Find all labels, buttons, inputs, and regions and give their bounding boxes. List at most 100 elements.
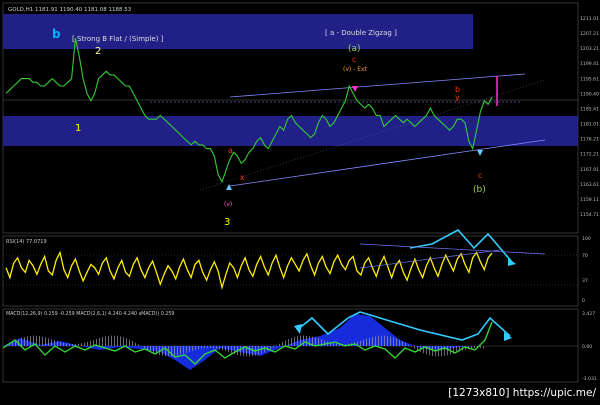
macd-histogram-bar bbox=[438, 346, 439, 356]
chart-canvas: GOLD,H1 1181.91 1190.40 1181.08 1188.53 … bbox=[0, 0, 600, 401]
macd-histogram-bar bbox=[402, 341, 403, 346]
macd-histogram-bar bbox=[429, 346, 430, 355]
macd-histogram-bar bbox=[27, 336, 28, 346]
wave-label-v-ext: (v) - Ext bbox=[343, 66, 368, 73]
macd-histogram-bar bbox=[126, 338, 127, 346]
macd-histogram-bar bbox=[105, 336, 106, 346]
macd-histogram-bar bbox=[225, 346, 226, 351]
macd-histogram-bar bbox=[414, 346, 415, 348]
macd-histogram-bar bbox=[336, 343, 337, 346]
macd-histogram-bar bbox=[54, 340, 55, 346]
price-tick-label: 1163.61 bbox=[580, 182, 599, 188]
wave-label-c-top: c bbox=[352, 55, 356, 64]
macd-histogram-bar bbox=[270, 346, 271, 349]
symbol-line: GOLD,H1 1181.91 1190.40 1181.08 1188.53 bbox=[8, 7, 132, 13]
macd-histogram-bar bbox=[471, 346, 472, 348]
macd-histogram-bar bbox=[204, 346, 205, 348]
band-double-zigzag bbox=[3, 116, 578, 146]
wave-label-b-paren: (b) bbox=[473, 185, 486, 195]
macd-histogram-bar bbox=[207, 346, 208, 348]
macd-tick-label: -3.031 bbox=[582, 376, 597, 382]
wave-label-2: 2 bbox=[95, 46, 101, 57]
macd-histogram-bar bbox=[120, 336, 121, 346]
macd-histogram-bar bbox=[111, 336, 112, 346]
macd-histogram-bar bbox=[51, 339, 52, 346]
macd-histogram-bar bbox=[57, 341, 58, 346]
macd-histogram-bar bbox=[69, 344, 70, 346]
macd-histogram-bar bbox=[216, 346, 217, 349]
macd-histogram-bar bbox=[408, 345, 409, 346]
macd-label: MACD(12,26,9) 0.259 -0.259 MACD(2,6,1) 4… bbox=[6, 311, 174, 317]
macd-histogram-bar bbox=[186, 346, 187, 353]
macd-histogram-bar bbox=[384, 336, 385, 346]
macd-histogram-bar bbox=[369, 338, 370, 346]
macd-histogram-bar bbox=[360, 341, 361, 346]
price-tick-label: 1190.40 bbox=[580, 91, 599, 97]
price-tick-label: 1207.21 bbox=[580, 31, 599, 37]
macd-histogram-bar bbox=[60, 342, 61, 346]
macd-histogram-bar bbox=[411, 346, 412, 347]
rsi-tick-label: 37 bbox=[582, 278, 588, 284]
price-tick-label: 1185.41 bbox=[580, 106, 599, 112]
macd-histogram-bar bbox=[273, 346, 274, 347]
wave-label-1: 1 bbox=[75, 123, 81, 134]
macd-histogram-bar bbox=[474, 346, 475, 348]
band-strong-b-flat bbox=[3, 14, 473, 49]
macd-histogram-bar bbox=[222, 346, 223, 350]
macd-histogram-bar bbox=[153, 346, 154, 353]
macd-histogram-bar bbox=[306, 336, 307, 346]
macd-histogram-bar bbox=[123, 337, 124, 346]
macd-histogram-bar bbox=[252, 346, 253, 356]
macd-histogram-bar bbox=[432, 346, 433, 356]
macd-histogram-bar bbox=[189, 346, 190, 352]
macd-histogram-bar bbox=[294, 337, 295, 346]
wave-label-3: 3 bbox=[224, 217, 230, 228]
price-tick-label: 1195.61 bbox=[580, 76, 599, 82]
macd-histogram-bar bbox=[381, 336, 382, 346]
macd-histogram-bar bbox=[78, 344, 79, 346]
macd-histogram-bar bbox=[180, 346, 181, 355]
macd-histogram-bar bbox=[192, 346, 193, 351]
wave-label-a-red: a bbox=[228, 146, 233, 155]
macd-histogram-bar bbox=[183, 346, 184, 354]
wave-label-v-magenta: (v) bbox=[224, 201, 232, 208]
macd-histogram-bar bbox=[387, 336, 388, 346]
macd-histogram-bar bbox=[249, 346, 250, 356]
macd-histogram-bar bbox=[45, 337, 46, 346]
macd-histogram-bar bbox=[129, 339, 130, 346]
macd-histogram-bar bbox=[39, 336, 40, 346]
macd-histogram-bar bbox=[372, 337, 373, 346]
macd-histogram-bar bbox=[66, 343, 67, 346]
price-axis: 1211.011207.211203.211199.411195.611190.… bbox=[580, 16, 599, 218]
macd-histogram-bar bbox=[99, 338, 100, 346]
macd-histogram-bar bbox=[201, 346, 202, 349]
macd-histogram-bar bbox=[174, 346, 175, 356]
macd-axis: 3.4270.00-3.031 bbox=[582, 311, 597, 382]
price-tick-label: 1203.21 bbox=[580, 46, 599, 52]
rsi-axis: 10070370 bbox=[582, 236, 591, 304]
macd-histogram-bar bbox=[288, 339, 289, 346]
macd-histogram-bar bbox=[87, 342, 88, 346]
macd-histogram-bar bbox=[21, 338, 22, 346]
price-tick-label: 1159.11 bbox=[580, 197, 599, 203]
macd-histogram-bar bbox=[375, 336, 376, 346]
macd-histogram-bar bbox=[396, 338, 397, 346]
macd-histogram-bar bbox=[447, 346, 448, 355]
macd-histogram-bar bbox=[195, 346, 196, 350]
macd-histogram-bar bbox=[177, 346, 178, 355]
trading-chart: GOLD,H1 1181.91 1190.40 1181.08 1188.53 … bbox=[0, 0, 600, 401]
macd-histogram-bar bbox=[291, 338, 292, 346]
macd-histogram-bar bbox=[162, 346, 163, 356]
macd-histogram-bar bbox=[198, 346, 199, 349]
macd-histogram-bar bbox=[240, 346, 241, 356]
macd-histogram-bar bbox=[132, 341, 133, 346]
macd-histogram-bar bbox=[441, 346, 442, 356]
macd-histogram-bar bbox=[63, 343, 64, 346]
macd-histogram-bar bbox=[228, 346, 229, 352]
macd-histogram-bar bbox=[366, 339, 367, 346]
rsi-label: RSI(14) 77.0719 bbox=[6, 239, 47, 245]
macd-histogram-bar bbox=[12, 342, 13, 346]
rsi-tick-label: 100 bbox=[582, 236, 591, 242]
price-tick-label: 1199.41 bbox=[580, 61, 599, 67]
macd-histogram-bar bbox=[279, 344, 280, 346]
